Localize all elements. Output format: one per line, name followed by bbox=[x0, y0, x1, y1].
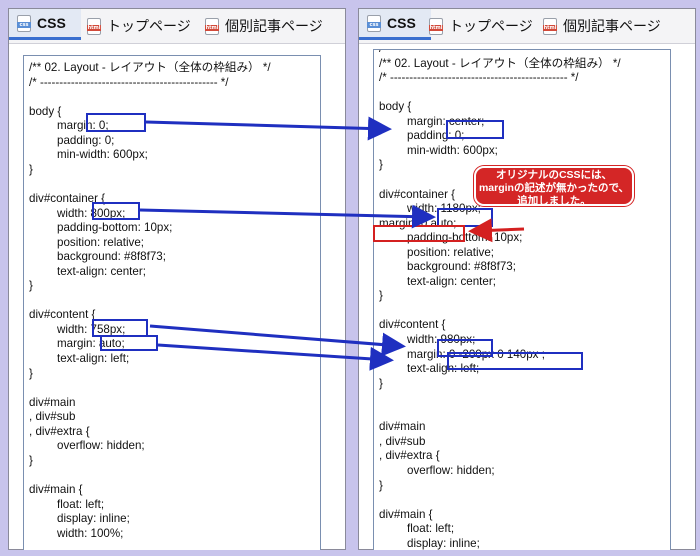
code-line: position: relative; bbox=[407, 245, 494, 259]
code-line: /* -------------------------------------… bbox=[379, 71, 579, 85]
code-line: background: #8f8f73; bbox=[407, 260, 516, 274]
html-file-icon: html bbox=[429, 17, 443, 35]
code-line: background: #8f8f73; bbox=[57, 250, 166, 264]
tab-single-page[interactable]: html 個別記事ページ bbox=[205, 9, 323, 43]
tab-top-page-label: トップページ bbox=[449, 18, 533, 34]
code-line: , div#sub bbox=[29, 410, 76, 424]
right-editor-window: css CSS html トップページ html 個別記事ページ /* ====… bbox=[358, 8, 696, 550]
html-file-icon: html bbox=[87, 17, 101, 35]
code-line: div#main { bbox=[379, 507, 433, 521]
code-line: width: 100%; bbox=[57, 526, 124, 540]
callout-line-1: オリジナルのCSSには、 bbox=[495, 169, 613, 181]
code-line: padding-bottom: 10px; bbox=[57, 221, 173, 235]
code-line: overflow: hidden; bbox=[407, 463, 495, 477]
tab-single-page[interactable]: html 個別記事ページ bbox=[543, 9, 661, 43]
html-file-icon: html bbox=[205, 17, 219, 35]
highlight-margin-auto bbox=[100, 335, 158, 351]
tab-single-page-label: 個別記事ページ bbox=[225, 18, 323, 34]
code-line: } bbox=[379, 158, 383, 172]
code-line: float: left; bbox=[407, 522, 455, 536]
tab-css[interactable]: css CSS bbox=[9, 9, 81, 40]
tab-top-page[interactable]: html トップページ bbox=[429, 9, 533, 43]
code-line: float: left; bbox=[57, 497, 105, 511]
code-line: } bbox=[379, 478, 383, 492]
tab-css-label: CSS bbox=[37, 15, 66, 31]
tab-bar: css CSS html トップページ html 個別記事ページ bbox=[359, 9, 695, 44]
code-line: padding: 0; bbox=[57, 133, 115, 147]
tab-top-page-label: トップページ bbox=[107, 18, 191, 34]
code-line: body { bbox=[29, 104, 62, 118]
code-line: text-align: center; bbox=[407, 274, 496, 288]
code-line: } bbox=[379, 289, 383, 303]
code-line: } bbox=[29, 162, 33, 176]
highlight-added-margin bbox=[373, 225, 465, 242]
code-line: body { bbox=[379, 100, 412, 114]
callout-line-2: marginの記述が無かったので、 bbox=[478, 182, 630, 194]
code-line: display: inline; bbox=[57, 512, 130, 526]
code-line: /* -------------------------------------… bbox=[29, 75, 229, 89]
code-line: , div#extra { bbox=[29, 424, 90, 438]
code-line: display: inline; bbox=[407, 536, 480, 550]
code-line: , div#sub bbox=[379, 434, 426, 448]
tab-top-page[interactable]: html トップページ bbox=[87, 9, 191, 43]
code-line: div#content { bbox=[29, 308, 96, 322]
code-line: } bbox=[29, 453, 33, 467]
css-file-icon: css bbox=[17, 14, 31, 32]
code-line: div#container { bbox=[379, 187, 456, 201]
highlight-new-margin bbox=[447, 352, 583, 370]
code-line: text-align: left; bbox=[57, 352, 130, 365]
tab-css[interactable]: css CSS bbox=[359, 9, 431, 40]
code-line: overflow: hidden; bbox=[57, 439, 145, 453]
tab-css-label: CSS bbox=[387, 15, 416, 31]
code-line: } bbox=[29, 366, 33, 380]
code-line: } bbox=[29, 279, 33, 293]
css-file-icon: css bbox=[367, 14, 381, 32]
code-line: min-width: 600px; bbox=[57, 148, 148, 162]
callout-line-3: 追加しました。 bbox=[517, 195, 591, 207]
code-line: , div#extra { bbox=[379, 449, 440, 463]
highlight-width-800 bbox=[92, 202, 140, 220]
code-line: /** 02. Layout - レイアウト（全体の枠組み） */ bbox=[29, 61, 271, 74]
code-editor-left[interactable]: /** 02. Layout - レイアウト（全体の枠組み） *//* ----… bbox=[23, 55, 321, 550]
code-line: min-width: 600px; bbox=[407, 143, 498, 157]
highlight-margin-center bbox=[446, 120, 504, 139]
code-line: /* =====================================… bbox=[379, 50, 670, 56]
code-line: /** 02. Layout - レイアウト（全体の枠組み） */ bbox=[379, 56, 621, 70]
code-line: div#main bbox=[29, 395, 76, 409]
code-line: div#main bbox=[379, 420, 426, 434]
code-line: text-align: center; bbox=[57, 264, 146, 278]
callout-note: オリジナルのCSSには、 marginの記述が無かったので、 追加しました。 bbox=[474, 166, 634, 207]
tab-bar: css CSS html トップページ html 個別記事ページ bbox=[9, 9, 345, 44]
code-line: position: relative; bbox=[57, 235, 144, 249]
highlight-margin-0 bbox=[86, 113, 146, 132]
tab-single-page-label: 個別記事ページ bbox=[563, 18, 661, 34]
code-line: div#main { bbox=[29, 482, 83, 496]
html-file-icon: html bbox=[543, 17, 557, 35]
left-editor-window: css CSS html トップページ html 個別記事ページ /** 02.… bbox=[8, 8, 346, 550]
code-editor-right[interactable]: /* =====================================… bbox=[373, 49, 671, 550]
code-line: } bbox=[379, 376, 383, 390]
code-line: div#content { bbox=[379, 318, 446, 332]
